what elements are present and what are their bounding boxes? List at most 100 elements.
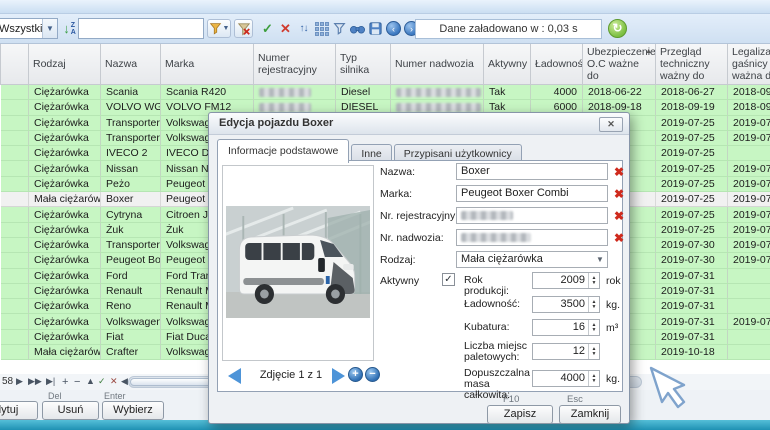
- dialog-title: Edycja pojazdu Boxer: [219, 117, 334, 129]
- nr-rejestracyjny-field[interactable]: [456, 207, 608, 224]
- spinner-arrows-icon[interactable]: ▲ ▼: [588, 273, 599, 288]
- grid-column-header[interactable]: Typ silnika ▲: [335, 44, 391, 85]
- cell-nazwa: Renault: [100, 283, 161, 300]
- row-indicator-cell: [0, 115, 29, 131]
- cell-legalizacja: 2018-09-2: [727, 84, 770, 101]
- spinner-arrows-icon[interactable]: ▲ ▼: [588, 371, 599, 386]
- columns-grid-icon: [314, 21, 329, 36]
- rok-produkcji-stepper[interactable]: 2009 ▲ ▼: [532, 272, 600, 289]
- grid-column-header[interactable]: Ubezpieczenie O.C ważne do ▲: [582, 44, 656, 85]
- category-dropdown-value: Wszystkie: [0, 22, 42, 35]
- cell-rodzaj: Ciężarówka: [28, 145, 101, 162]
- dialog-close-button[interactable]: ✕: [599, 117, 623, 132]
- columns-button[interactable]: [312, 19, 331, 38]
- cell-rodzaj: Ciężarówka: [28, 283, 101, 300]
- category-dropdown[interactable]: Wszystkie ▼: [0, 18, 58, 39]
- close-button[interactable]: Zamknij: [559, 405, 621, 424]
- grid-column-header[interactable]: Numer nadwozia ▲: [390, 44, 484, 85]
- field-label-nr-nadwozia: Nr. nadwozia:: [380, 232, 444, 244]
- filter-panel-button[interactable]: [330, 19, 349, 38]
- grid-column-header[interactable]: Ładowność ▲: [530, 44, 583, 85]
- clear-field-icon[interactable]: ✖: [612, 165, 626, 179]
- save-button[interactable]: [366, 19, 385, 38]
- photo-remove-icon[interactable]: −: [365, 367, 380, 382]
- field-label-masa-calkowita: Dopuszczalna masa całkowita:: [464, 367, 530, 401]
- grid-column-header[interactable]: Rodzaj ▲: [28, 44, 101, 85]
- cell-legalizacja: 2019-07-2: [727, 222, 770, 238]
- ladownosc-stepper[interactable]: 3500 ▲ ▼: [532, 296, 600, 313]
- sort-az-button[interactable]: ↓ ZA: [60, 19, 79, 38]
- nav-cancel-icon[interactable]: ✕: [110, 376, 118, 387]
- nav-edit-icon[interactable]: ▲: [86, 376, 95, 386]
- marka-field[interactable]: Peugeot Boxer Combi: [456, 185, 608, 202]
- cell-przeglad: 2019-07-25: [655, 191, 728, 208]
- unit-label: kg.: [606, 373, 621, 385]
- nav-delete-icon[interactable]: −: [74, 376, 80, 388]
- spinner-arrows-icon[interactable]: ▲ ▼: [588, 297, 599, 312]
- nav-next-page-icon[interactable]: ▶▶: [28, 376, 42, 387]
- dialog-title-bar[interactable]: Edycja pojazdu Boxer: [209, 113, 629, 135]
- nav-insert-icon[interactable]: +: [62, 376, 68, 388]
- dialog-tab[interactable]: Informacje podstawowe: [217, 139, 350, 163]
- masa-calkowita-stepper[interactable]: 4000 ▲ ▼: [532, 370, 600, 387]
- save-button[interactable]: Zapisz: [487, 405, 553, 424]
- photo-add-icon[interactable]: +: [348, 367, 363, 382]
- search-input[interactable]: [78, 18, 204, 39]
- apply-button[interactable]: ✓: [258, 19, 277, 38]
- table-row[interactable]: Ciężarówka Scania Scania R420 Diesel Tak…: [0, 84, 770, 101]
- binoculars-icon: [350, 25, 365, 33]
- rodzaj-dropdown[interactable]: Mała ciężarówka ▼: [456, 251, 608, 268]
- clear-field-icon[interactable]: ✖: [612, 209, 626, 223]
- cell-nazwa: Transporter 2: [100, 130, 161, 147]
- cell-rodzaj: Ciężarówka: [28, 298, 101, 315]
- grid-column-header[interactable]: Przegląd techniczny ważny do ▲: [655, 44, 728, 85]
- scroll-left-icon[interactable]: ◀: [121, 376, 128, 387]
- grid-column-header[interactable]: Legalizacja gaśnicy ważna do ▲: [727, 44, 770, 85]
- find-button[interactable]: [348, 19, 367, 38]
- cell-nazwa: IVECO 2: [100, 145, 161, 162]
- cell-rodzaj: Ciężarówka: [28, 115, 101, 131]
- cell-przeglad: 2019-07-25: [655, 115, 728, 131]
- cell-przeglad: 2019-07-31: [655, 329, 728, 346]
- cell-ubezpieczenie: 2018-06-22: [582, 84, 656, 101]
- check-icon: ✓: [262, 20, 273, 36]
- aktywny-checkbox[interactable]: ✓: [442, 273, 455, 286]
- delete-button[interactable]: Usuń: [42, 401, 99, 420]
- grid-column-header[interactable]: Marka ▲: [160, 44, 254, 85]
- cancel-button[interactable]: ✕: [276, 19, 295, 38]
- blue-circle-icon: ‹: [386, 21, 401, 36]
- nr-nadwozia-field[interactable]: [456, 229, 608, 246]
- cell-przeglad: 2018-09-19: [655, 99, 728, 116]
- kubatura-stepper[interactable]: 16 ▲ ▼: [532, 319, 600, 336]
- photo-prev-icon[interactable]: [228, 368, 241, 384]
- spinner-arrows-icon[interactable]: ▲ ▼: [588, 320, 599, 335]
- grid-column-header[interactable]: Numer rejestracyjny ▲: [253, 44, 336, 85]
- nav-next-icon[interactable]: ▶: [16, 376, 23, 387]
- nav-last-icon[interactable]: ▶|: [46, 376, 55, 387]
- clear-filter-button[interactable]: [234, 19, 253, 38]
- cell-nazwa: Reno: [100, 298, 161, 315]
- photo-next-icon[interactable]: [332, 368, 345, 384]
- filter-button[interactable]: ▼: [207, 19, 231, 38]
- grid-column-header[interactable]: Nazwa ▲: [100, 44, 161, 85]
- funnel-icon: [333, 23, 346, 35]
- refresh-button[interactable]: ↻: [608, 19, 627, 38]
- grid-column-header[interactable]: Aktywny ▲: [483, 44, 531, 85]
- cell-numer-nadwozia: [390, 84, 484, 101]
- nav-post-icon[interactable]: ✓: [98, 376, 106, 387]
- spinner-arrows-icon[interactable]: ▲ ▼: [588, 344, 599, 359]
- cell-legalizacja: [727, 298, 770, 315]
- sort-rows-button[interactable]: ↑↓: [294, 19, 313, 38]
- clear-field-icon[interactable]: ✖: [612, 231, 626, 245]
- nazwa-field[interactable]: Boxer: [456, 163, 608, 180]
- unit-label: rok: [606, 275, 621, 287]
- clear-field-icon[interactable]: ✖: [612, 187, 626, 201]
- cell-rodzaj: Ciężarówka: [28, 160, 101, 177]
- cell-nazwa: Scania: [100, 84, 161, 101]
- grid-column-header[interactable]: ▲: [0, 44, 29, 85]
- liczba-miejsc-stepper[interactable]: 12 ▲ ▼: [532, 343, 600, 360]
- export-button[interactable]: ‹: [384, 19, 403, 38]
- edit-button[interactable]: Edytuj: [0, 401, 38, 420]
- photo-navigator: Zdjęcie 1 z 1 + −: [222, 364, 380, 388]
- select-button[interactable]: Wybierz: [102, 401, 164, 420]
